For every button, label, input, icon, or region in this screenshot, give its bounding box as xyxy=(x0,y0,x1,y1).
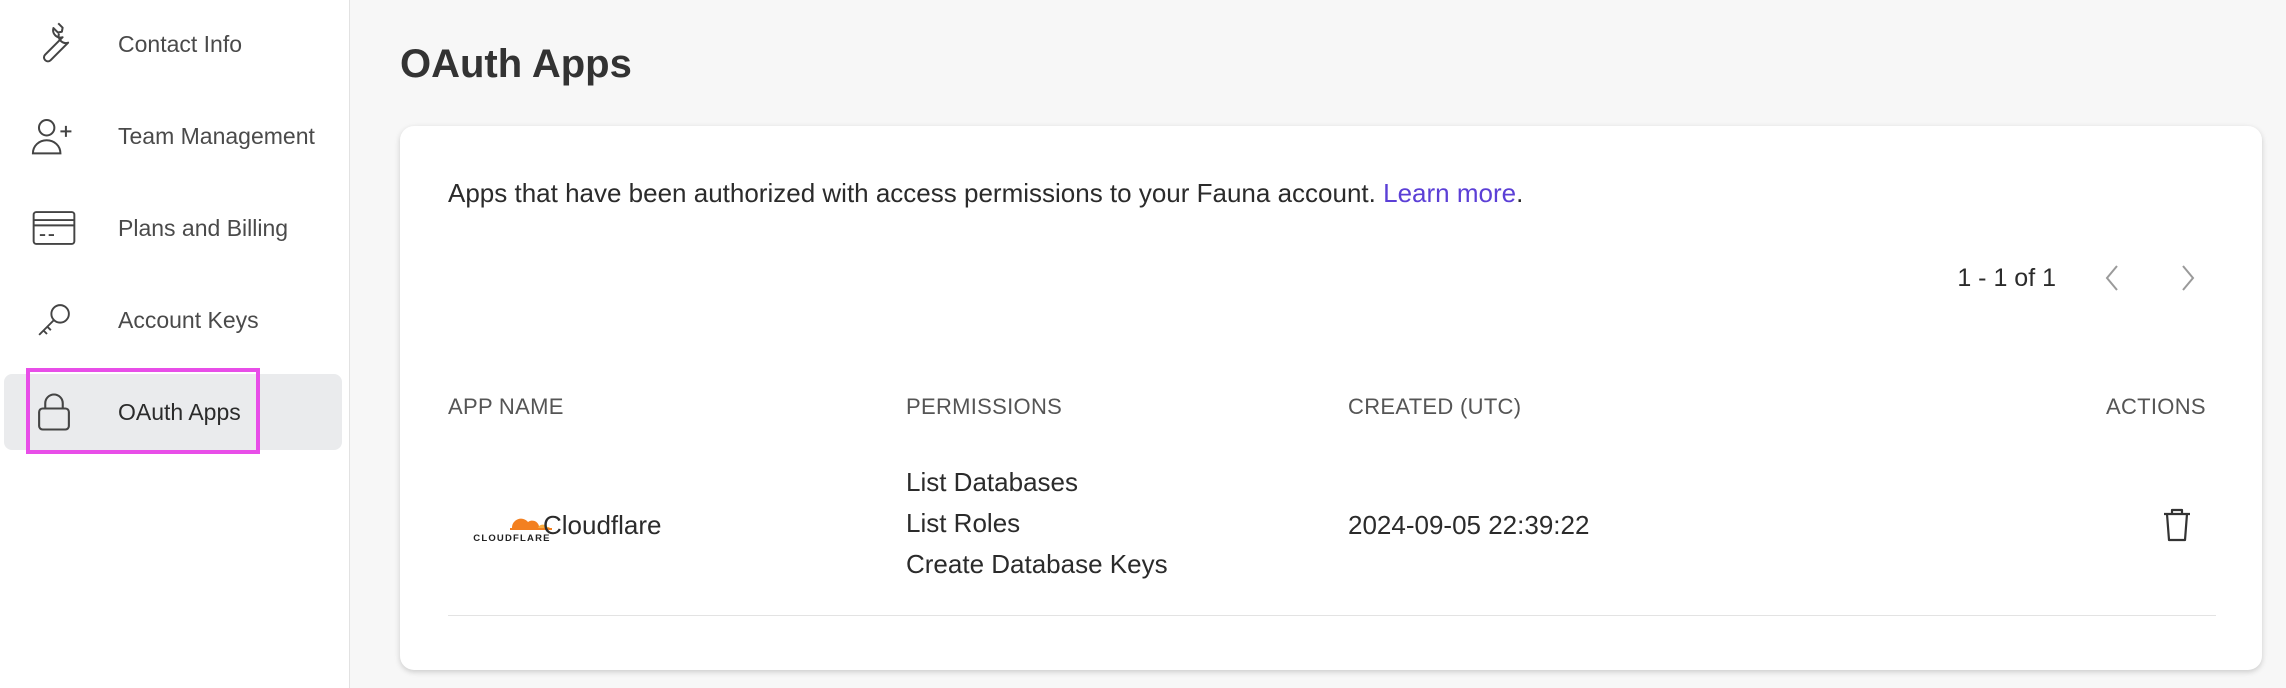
sidebar-item-team-management[interactable]: Team Management xyxy=(4,98,342,174)
column-header-permissions: PERMISSIONS xyxy=(906,394,1063,419)
key-icon xyxy=(30,296,78,344)
created-cell: 2024-09-05 22:39:22 xyxy=(1348,510,1590,540)
pagination: 1 - 1 of 1 xyxy=(1957,260,2206,296)
sidebar-item-oauth-apps[interactable]: OAuth Apps xyxy=(4,374,342,450)
sidebar-item-label: OAuth Apps xyxy=(118,398,241,425)
chevron-left-icon xyxy=(2105,265,2118,291)
column-header-app-name: APP NAME xyxy=(448,394,564,419)
delete-button[interactable] xyxy=(2160,506,2194,544)
learn-more-link[interactable]: Learn more xyxy=(1383,178,1516,208)
main-content: OAuth Apps Apps that have been authorize… xyxy=(350,0,2286,688)
chevron-right-icon xyxy=(2182,265,2195,291)
permissions-cell: List Databases List Roles Create Databas… xyxy=(906,462,1168,585)
sidebar-item-account-keys[interactable]: Account Keys xyxy=(4,282,342,358)
pagination-range: 1 - 1 of 1 xyxy=(1957,263,2056,292)
permission-item: Create Database Keys xyxy=(906,549,1168,579)
oauth-apps-card: Apps that have been authorized with acce… xyxy=(400,126,2262,670)
credit-card-icon xyxy=(30,204,78,252)
page-title: OAuth Apps xyxy=(400,42,632,86)
description: Apps that have been authorized with acce… xyxy=(448,178,1523,209)
sidebar-item-label: Team Management xyxy=(118,122,315,149)
cloudflare-logo-text: CLOUDFLARE xyxy=(473,533,550,544)
next-page-button[interactable] xyxy=(2170,260,2206,296)
sidebar-item-label: Account Keys xyxy=(118,306,259,333)
app-name-cell: Cloudflare xyxy=(543,510,662,540)
sidebar-item-plans-billing[interactable]: Plans and Billing xyxy=(4,190,342,266)
trash-icon xyxy=(2164,508,2190,542)
add-user-icon xyxy=(30,112,78,160)
previous-page-button[interactable] xyxy=(2094,260,2130,296)
sidebar-item-label: Contact Info xyxy=(118,30,243,57)
row-divider xyxy=(448,615,2216,616)
column-header-actions: ACTIONS xyxy=(2106,394,2206,419)
wrench-icon xyxy=(30,20,78,68)
sidebar: Contact Info Team Management Plans and B… xyxy=(0,0,350,688)
description-period: . xyxy=(1516,178,1524,208)
permission-item: List Roles xyxy=(906,508,1021,538)
description-text: Apps that have been authorized with acce… xyxy=(448,178,1376,208)
lock-icon xyxy=(30,388,78,436)
sidebar-item-label: Plans and Billing xyxy=(118,214,289,241)
permission-item: List Databases xyxy=(906,467,1078,497)
sidebar-item-contact-info[interactable]: Contact Info xyxy=(4,6,342,82)
column-header-created: CREATED (UTC) xyxy=(1348,394,1522,419)
